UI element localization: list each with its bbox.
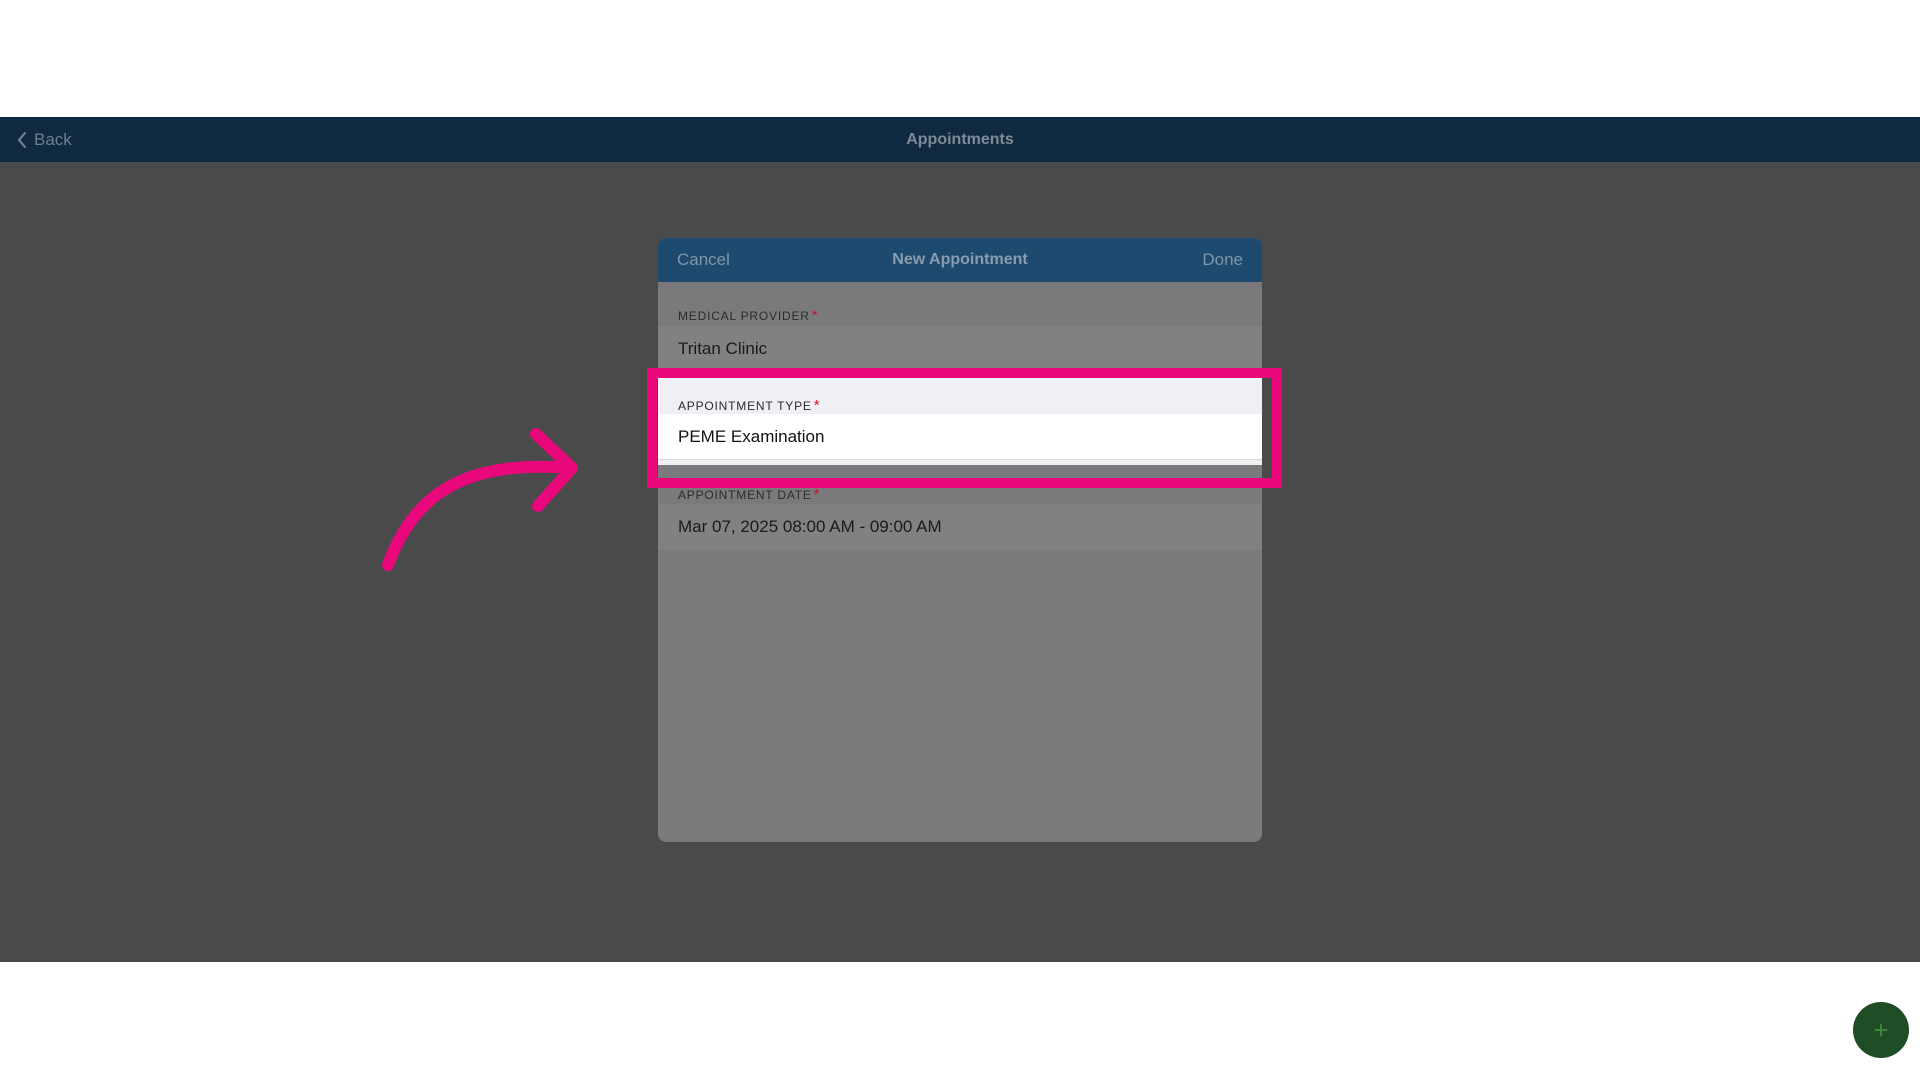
appointment-date-field[interactable]: Mar 07, 2025 08:00 AM - 09:00 AM [658,504,1262,550]
modal-title: New Appointment [892,251,1028,268]
plus-icon: + [1873,1014,1889,1045]
top-navbar: Back Appointments [0,117,1920,162]
required-marker: * [811,307,819,324]
appointment-date-label: APPOINTMENT DATE * [678,486,821,503]
new-appointment-modal: Cancel New Appointment Done MEDICAL PROV… [658,238,1262,842]
required-marker: * [813,486,821,503]
medical-provider-label: MEDICAL PROVIDER * [678,307,819,324]
curved-arrow-icon [370,420,590,585]
highlight-box [647,368,1282,488]
done-button[interactable]: Done [1202,238,1243,282]
add-appointment-button[interactable]: + [1853,1002,1909,1058]
modal-header: Cancel New Appointment Done [658,238,1262,282]
page-title: Appointments [906,131,1014,148]
medical-provider-field[interactable]: Tritan Clinic [658,326,1262,372]
